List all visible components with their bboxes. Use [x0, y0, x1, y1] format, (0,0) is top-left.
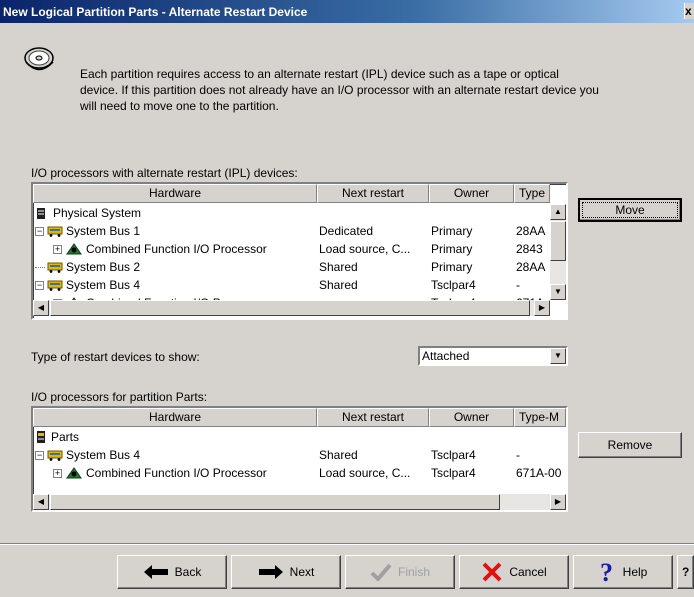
table-row[interactable]: Physical System	[33, 204, 550, 222]
server-icon	[37, 207, 45, 219]
lower-table-label: I/O processors for partition Parts:	[31, 390, 208, 404]
table-row[interactable]: + Combined Function I/O Processor Load s…	[33, 240, 550, 258]
optical-disc-icon	[24, 47, 54, 71]
system-bus-icon	[47, 280, 63, 291]
upper-table-label: I/O processors with alternate restart (I…	[31, 166, 298, 180]
tree-connector	[35, 266, 45, 268]
table-row[interactable]: System Bus 2 Shared Primary 28AA	[33, 258, 550, 276]
io-processor-icon	[66, 467, 82, 479]
collapse-icon[interactable]: −	[35, 280, 44, 290]
upper-table-body: Physical System − System Bus 1 Dedicated…	[33, 204, 550, 312]
scroll-left-icon[interactable]: ◀	[33, 300, 49, 316]
upper-table-header: Hardware Next restart Owner Type	[33, 184, 550, 203]
scroll-thumb[interactable]	[550, 221, 566, 261]
column-hardware[interactable]: Hardware	[33, 184, 317, 203]
lower-table-header: Hardware Next restart Owner Type-M	[33, 408, 566, 427]
system-bus-icon	[47, 226, 63, 237]
lower-horizontal-scrollbar[interactable]: ◀ ▶	[33, 494, 566, 510]
intro-line-2: device. If this partition does not alrea…	[80, 83, 599, 97]
scroll-thumb[interactable]	[50, 300, 530, 316]
scroll-left-icon[interactable]: ◀	[33, 494, 49, 510]
intro-line-3: will need to move one to the partition.	[80, 99, 279, 113]
arrow-left-icon	[143, 565, 168, 579]
column-owner[interactable]: Owner	[429, 184, 514, 203]
move-button[interactable]: Move	[578, 198, 682, 222]
scroll-right-icon[interactable]: ▶	[550, 494, 566, 510]
scroll-down-icon[interactable]: ▼	[550, 284, 566, 300]
column-next-restart[interactable]: Next restart	[317, 184, 429, 203]
table-row[interactable]: − System Bus 4 Shared Tsclpar4 -	[33, 276, 550, 294]
remove-button[interactable]: Remove	[578, 432, 682, 458]
upper-vertical-scrollbar[interactable]: ▲ ▼	[550, 204, 566, 300]
checkmark-icon	[370, 563, 392, 581]
collapse-icon[interactable]: −	[35, 450, 44, 460]
restart-type-label: Type of restart devices to show:	[31, 350, 200, 364]
collapse-icon[interactable]: −	[35, 226, 44, 236]
lower-table-body: Parts − System Bus 4 Shared Tsclpar4 - +…	[33, 428, 566, 482]
close-icon[interactable]: x	[684, 3, 694, 19]
footer-separator	[0, 543, 694, 545]
context-help-button[interactable]: ?	[677, 555, 694, 589]
table-row[interactable]: Parts	[33, 428, 566, 446]
intro-text: Each partition requires access to an alt…	[80, 66, 690, 114]
chevron-down-icon[interactable]: ▼	[550, 348, 566, 364]
system-bus-icon	[47, 262, 63, 273]
column-next-restart[interactable]: Next restart	[317, 408, 429, 427]
column-owner[interactable]: Owner	[429, 408, 514, 427]
lower-processor-table[interactable]: Hardware Next restart Owner Type-M Parts…	[31, 406, 568, 512]
upper-horizontal-scrollbar[interactable]: ◀ ▶	[33, 300, 550, 316]
expand-icon[interactable]: +	[53, 244, 62, 254]
cancel-x-icon	[482, 562, 502, 582]
arrow-right-icon	[258, 565, 283, 579]
back-button[interactable]: Back	[117, 555, 227, 589]
table-row[interactable]: − System Bus 4 Shared Tsclpar4 -	[33, 446, 566, 464]
table-row[interactable]: + Combined Function I/O Processor Load s…	[33, 464, 566, 482]
svg-text:?: ?	[600, 560, 613, 584]
intro-line-1: Each partition requires access to an alt…	[80, 67, 559, 81]
restart-type-select[interactable]: Attached ▼	[418, 346, 568, 366]
expand-icon[interactable]: +	[53, 468, 62, 478]
io-processor-icon	[66, 243, 82, 255]
window-titlebar: New Logical Partition Parts - Alternate …	[0, 0, 694, 23]
system-bus-icon	[47, 450, 63, 461]
cancel-button[interactable]: Cancel	[459, 555, 569, 589]
column-hardware[interactable]: Hardware	[33, 408, 317, 427]
column-type[interactable]: Type	[514, 184, 550, 203]
scroll-right-icon[interactable]: ▶	[534, 300, 550, 316]
window-title: New Logical Partition Parts - Alternate …	[3, 5, 308, 19]
partition-icon	[37, 431, 45, 443]
scroll-thumb[interactable]	[50, 494, 500, 510]
scroll-up-icon[interactable]: ▲	[550, 204, 566, 220]
upper-processor-table[interactable]: Hardware Next restart Owner Type Physica…	[31, 182, 568, 320]
help-button[interactable]: ? Help	[573, 555, 673, 589]
column-type-model[interactable]: Type-M	[514, 408, 566, 427]
finish-button[interactable]: Finish	[345, 555, 455, 589]
next-button[interactable]: Next	[231, 555, 341, 589]
help-question-icon: ?	[600, 560, 613, 584]
table-row[interactable]: − System Bus 1 Dedicated Primary 28AA	[33, 222, 550, 240]
